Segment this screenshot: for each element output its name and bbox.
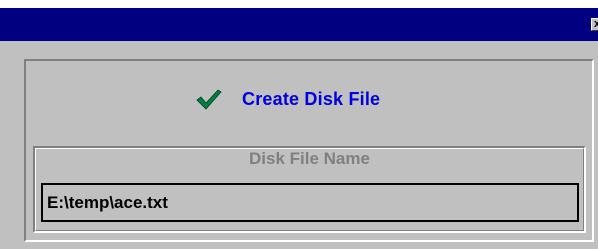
create-disk-file-button[interactable]: Create Disk File (196, 84, 380, 114)
close-icon: x (594, 19, 598, 30)
title-bar[interactable]: x (0, 8, 598, 41)
dialog-window: x Create Disk File Disk File Name (0, 0, 598, 249)
window-top-edge (0, 0, 598, 8)
checkmark-icon (196, 89, 222, 110)
create-disk-file-label: Create Disk File (242, 88, 381, 109)
disk-file-name-input[interactable] (41, 183, 579, 222)
disk-file-name-label: Disk File Name (249, 149, 370, 168)
close-button[interactable]: x (591, 18, 598, 31)
